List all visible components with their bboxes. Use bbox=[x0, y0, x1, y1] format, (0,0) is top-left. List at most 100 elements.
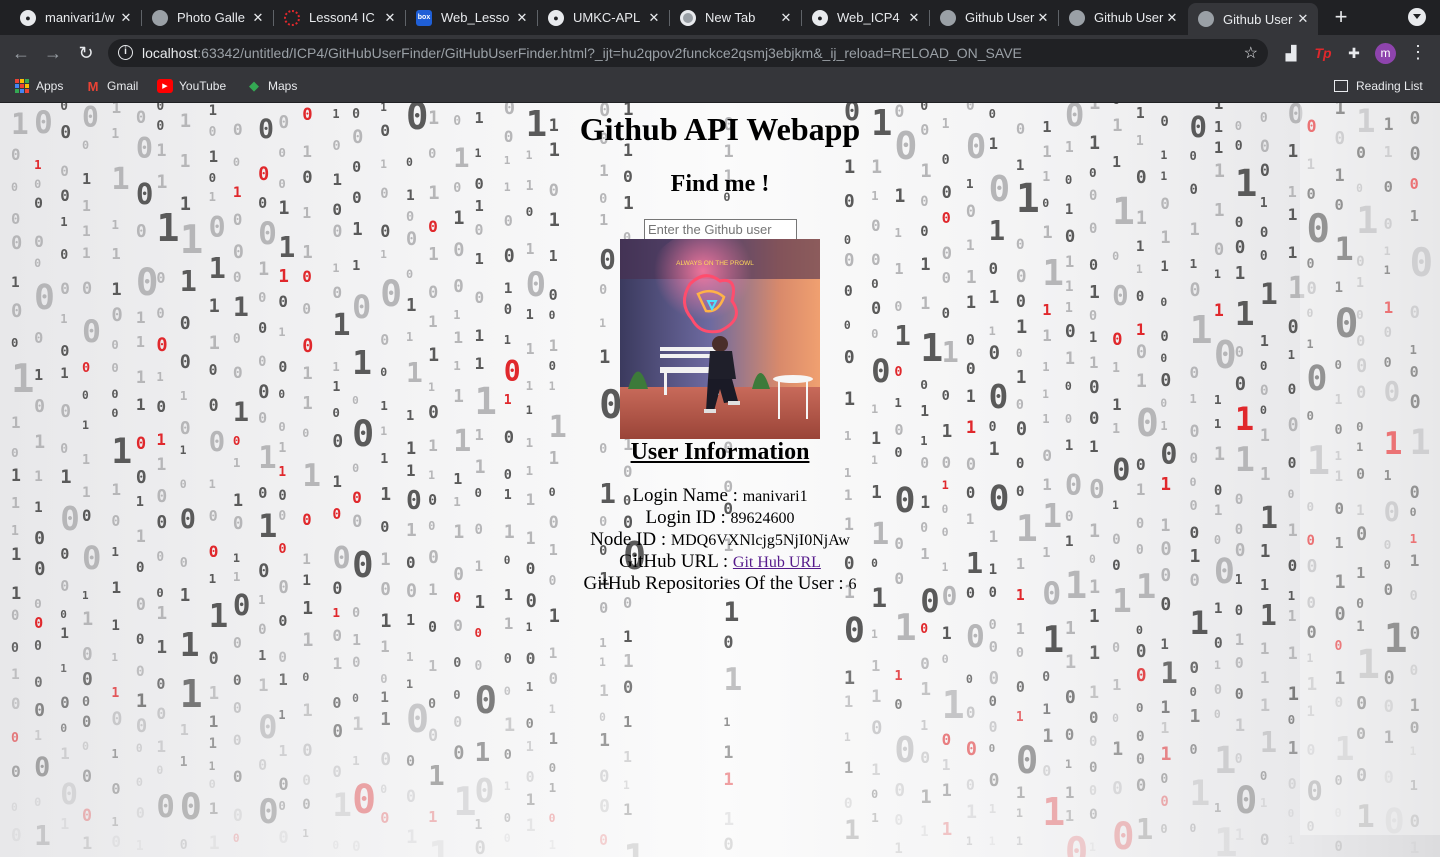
binary-digit-glyph: 1 bbox=[1409, 838, 1420, 857]
binary-digit-glyph: 0 bbox=[1160, 772, 1169, 788]
close-icon[interactable]: ✕ bbox=[383, 10, 397, 26]
github-url-row: GitHub URL : Git Hub URL bbox=[0, 551, 1440, 573]
binary-digit-glyph: 0 bbox=[988, 741, 996, 755]
bookmark-maps[interactable]: ◆ Maps bbox=[246, 78, 297, 93]
binary-digit-glyph: 1 bbox=[941, 779, 952, 800]
reading-list-button[interactable]: Reading List bbox=[1334, 79, 1423, 93]
close-icon[interactable]: ✕ bbox=[515, 10, 529, 26]
binary-digit-glyph: 1 bbox=[1259, 276, 1278, 312]
binary-digit-glyph: 1 bbox=[474, 197, 484, 216]
binary-digit-glyph: 1 bbox=[135, 395, 146, 415]
binary-digit-glyph: 0 bbox=[258, 381, 270, 404]
close-icon[interactable]: ✕ bbox=[779, 10, 793, 26]
forward-arrow-icon[interactable]: → bbox=[42, 42, 64, 64]
binary-digit-glyph: 0 bbox=[988, 669, 999, 690]
binary-digit-glyph: 1 bbox=[179, 264, 197, 298]
close-icon[interactable]: ✕ bbox=[1165, 10, 1179, 26]
binary-digit-glyph: 0 bbox=[135, 803, 145, 822]
github-url-link[interactable]: Git Hub URL bbox=[733, 554, 821, 571]
login-id-value: 89624600 bbox=[730, 510, 795, 527]
new-tab-plus-icon[interactable]: + bbox=[1330, 6, 1352, 28]
bookmark-youtube[interactable]: ▶ YouTube bbox=[157, 79, 226, 93]
binary-digit-glyph: 1 bbox=[60, 814, 70, 833]
binary-digit-glyph: 0 bbox=[405, 154, 413, 169]
binary-digit-glyph: 1 bbox=[1189, 706, 1201, 728]
binary-digit-glyph: 1 bbox=[156, 370, 164, 385]
performance-chart-icon[interactable]: ▟ bbox=[1281, 43, 1301, 63]
binary-digit-glyph: 0 bbox=[548, 810, 556, 825]
tab-2[interactable]: Lesson4 IC ✕ bbox=[274, 3, 405, 32]
binary-digit-glyph: 0 bbox=[111, 337, 119, 352]
extension-tp-icon[interactable]: Tp bbox=[1313, 43, 1333, 63]
binary-digit-glyph: 0 bbox=[10, 210, 21, 229]
close-icon[interactable]: ✕ bbox=[647, 10, 661, 26]
profile-avatar[interactable]: m bbox=[1375, 43, 1396, 64]
bookmark-apps[interactable]: Apps bbox=[14, 79, 63, 93]
close-icon[interactable]: ✕ bbox=[251, 10, 265, 26]
extensions-puzzle-icon[interactable]: ✚ bbox=[1344, 43, 1364, 63]
binary-digit-glyph: 1 bbox=[503, 281, 513, 298]
binary-digit-glyph: 1 bbox=[548, 210, 560, 232]
binary-digit-glyph: 1 bbox=[405, 296, 417, 317]
github-user-search-input[interactable] bbox=[644, 219, 797, 240]
tab-4[interactable]: ● UMKC-APL ✕ bbox=[538, 3, 669, 32]
binary-digit-glyph: 0 bbox=[34, 595, 42, 611]
more-menu-icon[interactable]: ⋮ bbox=[1409, 42, 1427, 63]
url-host: localhost bbox=[142, 45, 198, 61]
binary-digit-glyph: 1 bbox=[278, 197, 290, 219]
binary-digit-glyph: 1 bbox=[82, 246, 91, 263]
close-icon[interactable]: ✕ bbox=[1036, 10, 1050, 26]
close-icon[interactable]: ✕ bbox=[1296, 11, 1310, 27]
tab-9-active[interactable]: Github User ✕ bbox=[1188, 3, 1318, 35]
binary-digit-glyph: 1 bbox=[965, 802, 978, 824]
binary-digit-glyph: 1 bbox=[1135, 208, 1147, 230]
binary-digit-glyph: 1 bbox=[278, 325, 286, 340]
binary-digit-glyph: 1 bbox=[1042, 617, 1065, 661]
tab-8[interactable]: Github User ✕ bbox=[1059, 3, 1187, 32]
binary-digit-glyph: 1 bbox=[1189, 603, 1209, 642]
binary-digit-glyph: 0 bbox=[965, 358, 976, 378]
youtube-icon: ▶ bbox=[157, 79, 173, 93]
binary-digit-glyph: 0 bbox=[278, 145, 286, 161]
tab-5[interactable]: New Tab ✕ bbox=[670, 3, 801, 32]
binary-digit-glyph: 0 bbox=[405, 787, 416, 807]
binary-digit-glyph: 0 bbox=[135, 775, 143, 790]
tab-1[interactable]: Photo Galle ✕ bbox=[142, 3, 273, 32]
binary-digit-glyph: 1 bbox=[278, 741, 288, 760]
binary-digit-glyph: 0 bbox=[920, 654, 930, 673]
page-title: Github API Webapp bbox=[579, 111, 861, 147]
reload-icon[interactable]: ↻ bbox=[75, 42, 97, 64]
site-info-icon[interactable]: i bbox=[118, 45, 133, 60]
binary-digit-glyph: 1 bbox=[1042, 701, 1051, 719]
tab-3[interactable]: box Web_Lesso ✕ bbox=[406, 3, 537, 32]
close-icon[interactable]: ✕ bbox=[907, 10, 921, 26]
binary-digit-glyph: 0 bbox=[599, 283, 608, 299]
binary-digit-glyph: 1 bbox=[82, 197, 91, 215]
binary-digit-glyph: 1 bbox=[453, 387, 464, 407]
binary-digit-glyph: 0 bbox=[1234, 686, 1244, 704]
binary-digit-glyph: 1 bbox=[503, 153, 511, 167]
binary-digit-glyph: 1 bbox=[1042, 300, 1052, 319]
tab-search-icon[interactable] bbox=[1408, 8, 1426, 26]
binary-digit-glyph: 1 bbox=[871, 759, 881, 779]
binary-digit-glyph: 0 bbox=[1160, 195, 1170, 214]
bookmark-gmail[interactable]: M Gmail bbox=[85, 79, 139, 94]
address-bar[interactable]: i localhost:63342/untitled/ICP4/GitHubUs… bbox=[108, 39, 1268, 67]
binary-digit-glyph: 0 bbox=[111, 708, 123, 730]
repositories-count: 6 bbox=[848, 576, 857, 593]
close-icon[interactable]: ✕ bbox=[119, 10, 133, 26]
binary-digit-glyph: 1 bbox=[332, 653, 343, 673]
binary-digit-glyph: 1 bbox=[428, 245, 439, 266]
tab-6[interactable]: ● Web_ICP4 ✕ bbox=[802, 3, 929, 32]
binary-digit-glyph: 0 bbox=[988, 770, 1000, 792]
tab-0[interactable]: ● manivari1/w ✕ bbox=[10, 3, 141, 32]
binary-digit-glyph: 1 bbox=[1064, 279, 1074, 296]
tab-7[interactable]: Github User ✕ bbox=[930, 3, 1058, 32]
binary-digit-glyph: 0 bbox=[380, 809, 390, 828]
binary-digit-glyph: 0 bbox=[1015, 236, 1025, 253]
binary-digit-glyph: 1 bbox=[1112, 360, 1120, 376]
back-arrow-icon[interactable]: ← bbox=[10, 42, 32, 64]
binary-digit-glyph: 0 bbox=[135, 662, 145, 680]
binary-digit-glyph: 0 bbox=[156, 763, 164, 778]
bookmark-star-icon[interactable]: ☆ bbox=[1244, 43, 1258, 63]
